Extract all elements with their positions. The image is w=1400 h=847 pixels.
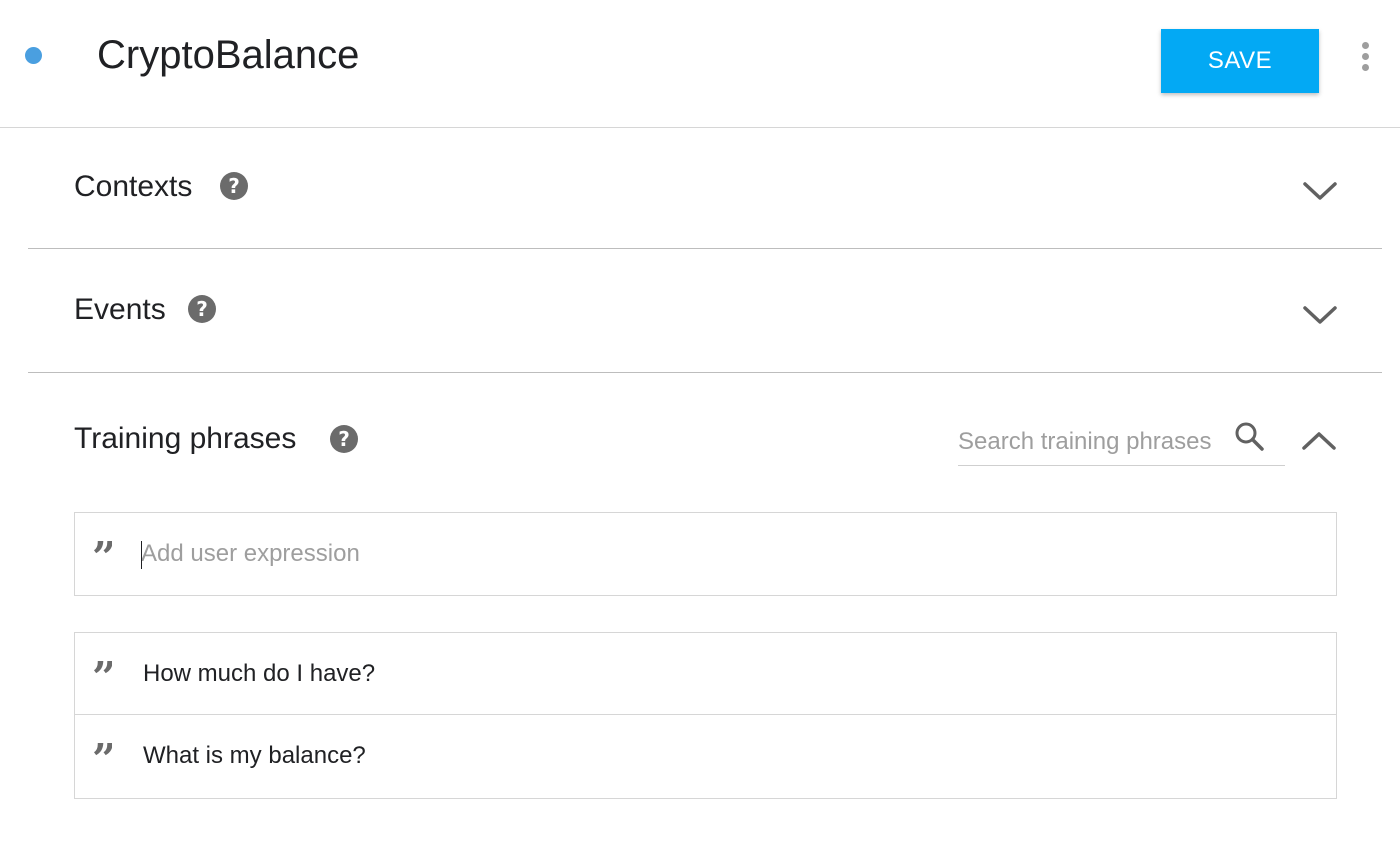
chevron-up-icon[interactable] [1297, 426, 1341, 456]
help-icon[interactable]: ? [188, 295, 216, 323]
intent-header: CryptoBalance SAVE [0, 0, 1400, 128]
search-training-phrases-input[interactable] [958, 422, 1228, 462]
chevron-down-icon[interactable] [1298, 300, 1342, 330]
more-options-icon[interactable] [1350, 38, 1380, 78]
add-user-expression-input[interactable] [141, 533, 1291, 575]
status-dot [25, 47, 42, 64]
text-caret [141, 541, 142, 569]
section-events-label: Events [74, 293, 166, 326]
training-phrase-text[interactable]: How much do I have? [143, 657, 375, 691]
help-icon[interactable]: ? [330, 425, 358, 453]
training-phrases-list: ” How much do I have? ” What is my balan… [74, 632, 1337, 799]
search-field [958, 418, 1285, 466]
section-training-label: Training phrases [74, 422, 297, 455]
save-button[interactable]: SAVE [1161, 29, 1319, 93]
training-phrase-text[interactable]: What is my balance? [143, 739, 366, 773]
list-item[interactable]: ” How much do I have? [75, 633, 1336, 715]
search-icon[interactable] [1233, 420, 1267, 454]
quote-icon: ” [92, 541, 113, 567]
section-events[interactable]: Events ? [28, 249, 1382, 373]
quote-icon: ” [92, 743, 113, 769]
list-item[interactable]: ” What is my balance? [75, 715, 1336, 797]
add-expression-row: ” [75, 513, 1336, 595]
chevron-down-icon[interactable] [1298, 176, 1342, 206]
help-icon[interactable]: ? [220, 172, 248, 200]
section-contexts-label: Contexts [74, 170, 193, 203]
intent-title: CryptoBalance [97, 33, 360, 77]
quote-icon: ” [92, 661, 113, 687]
section-contexts[interactable]: Contexts ? [28, 128, 1382, 249]
add-expression-box: ” [74, 512, 1337, 596]
